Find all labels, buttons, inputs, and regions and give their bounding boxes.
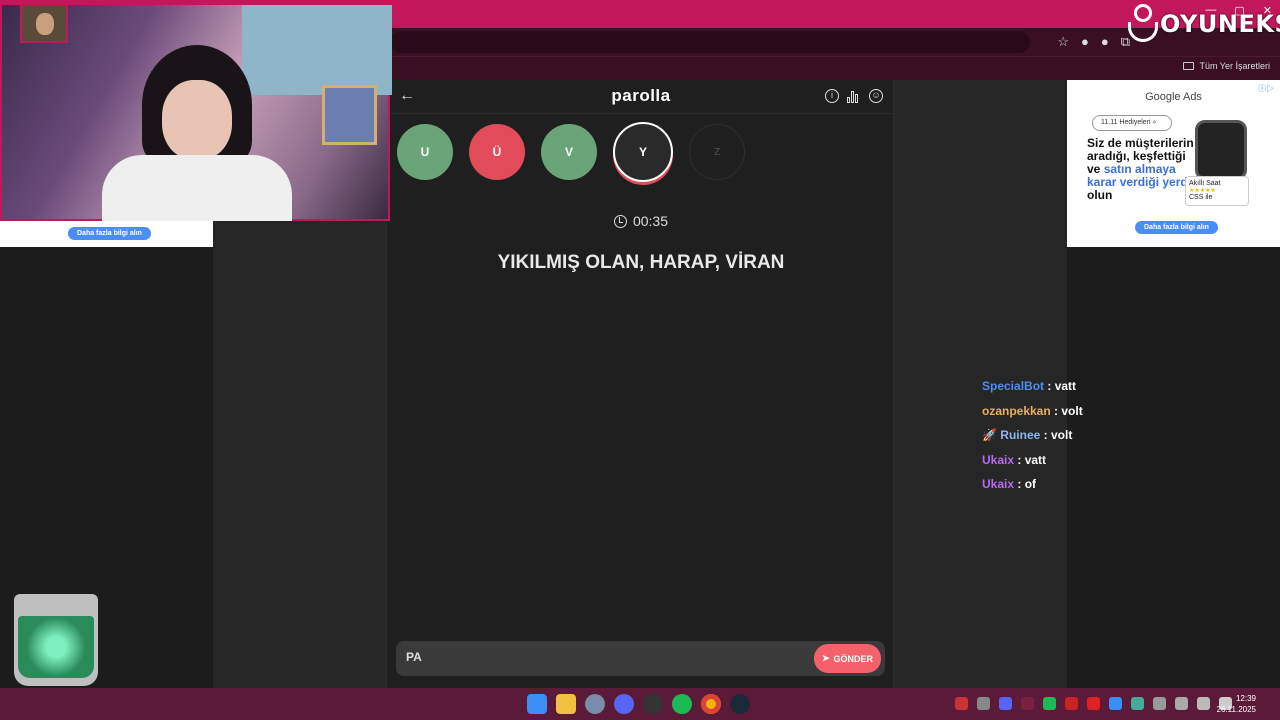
spotify-icon[interactable] <box>672 694 692 714</box>
profile-icon[interactable]: ☺ <box>869 89 883 103</box>
ad-brand: Google Ads <box>1145 91 1202 103</box>
file-explorer-icon[interactable] <box>556 694 576 714</box>
chat-user: ozanpekkan <box>982 403 1051 418</box>
clock-icon <box>613 215 627 228</box>
send-icon: ➤ <box>821 653 830 663</box>
chat-overlay: SpecialBot : vatt ozanpekkan : volt 🚀 Ru… <box>982 379 1142 502</box>
tray-icon[interactable] <box>1043 697 1056 710</box>
chat-message: 🚀 Ruinee : volt <box>982 428 1073 442</box>
rating-stars: ★★★★★ <box>1189 188 1216 194</box>
clue-text: YIKILMIŞ OLAN, HARAP, VİRAN <box>497 252 785 273</box>
left-ad-more-info-button[interactable]: Daha fazla bilgi alın <box>68 227 151 240</box>
discord-icon[interactable] <box>614 694 634 714</box>
chat-message: Ukaix : of <box>982 477 1037 491</box>
tray-icon[interactable] <box>1087 697 1100 710</box>
stats-icon[interactable] <box>847 89 861 103</box>
tray-icon[interactable] <box>1153 697 1166 710</box>
header-icons: i ☺ <box>825 89 883 103</box>
chat-text: vatt <box>1024 452 1047 467</box>
answer-input[interactable] <box>406 650 786 664</box>
ad-headline-part-2: satın almaya karar verdiği yerde <box>1087 162 1195 189</box>
tray-icon[interactable] <box>977 697 990 710</box>
tray-icon[interactable] <box>1175 697 1188 710</box>
answer-bar: ➤ GÖNDER <box>396 641 885 676</box>
all-bookmarks-label: Tüm Yer İşaretleri <box>1199 61 1270 71</box>
right-ad-more-info-button[interactable]: Daha fazla bilgi alın <box>1135 221 1218 234</box>
chat-message: ozanpekkan : volt <box>982 403 1083 418</box>
chat-message: SpecialBot : vatt <box>982 379 1077 393</box>
chat-text: volt <box>1061 403 1083 418</box>
ad-product-source: CSS ile <box>1189 194 1213 201</box>
timer: 00:35 <box>387 213 895 229</box>
letter-bubble-z: Z <box>689 124 745 180</box>
taskbar-clock[interactable]: 12:39 26.11.2025 <box>1217 693 1256 715</box>
oyuneks-logo: OYUNEKS <box>1128 4 1280 44</box>
tray-icon[interactable] <box>1021 697 1034 710</box>
extension-icon[interactable]: ● <box>1081 34 1089 50</box>
steam-icon[interactable] <box>730 694 750 714</box>
letter-wheel: U Ü V Y Z <box>397 122 745 182</box>
clock-time: 12:39 <box>1235 694 1256 703</box>
send-button[interactable]: ➤ GÖNDER <box>814 644 881 673</box>
taskbar-apps <box>527 694 750 714</box>
chat-message: Ukaix : vatt <box>982 452 1047 467</box>
parolla-game: ← parolla i ☺ U Ü V Y Z 00:35 YIKILMIŞ O… <box>386 80 895 688</box>
timer-value: 00:35 <box>632 213 669 229</box>
chat-text: of <box>1024 477 1037 491</box>
chat-user: SpecialBot <box>982 379 1045 393</box>
url-input[interactable] <box>390 31 1030 53</box>
chat-text: volt <box>1050 428 1073 442</box>
extension-icon-2[interactable]: ● <box>1101 34 1109 50</box>
letter-bubble-uu: Ü <box>469 124 525 180</box>
system-tray <box>955 697 1232 710</box>
chat-text: vatt <box>1054 379 1077 393</box>
smartwatch-image <box>1195 120 1247 180</box>
jar-widget <box>14 594 98 686</box>
logo-text: OYUNEKS <box>1160 10 1280 38</box>
chat-user: Ukaix <box>982 452 1015 467</box>
game-header: ← parolla i ☺ <box>387 80 895 114</box>
wall-painting <box>322 85 377 145</box>
tray-icon[interactable] <box>1131 697 1144 710</box>
guest-face <box>36 13 54 35</box>
ad-headline-part-3: olun <box>1087 188 1113 202</box>
info-icon[interactable]: i <box>825 89 839 103</box>
page-title: parolla <box>611 86 671 105</box>
logo-mark-icon <box>1128 4 1158 44</box>
ad-search-text: 11.11 Hediyeleri <box>1101 119 1151 126</box>
letter-bubble-y-current: Y <box>613 122 673 182</box>
streamer-body <box>102 155 292 221</box>
ad-headline: Siz de müşterilerin aradığı, keşfettiği … <box>1087 137 1197 202</box>
rocket-badge-icon: 🚀 <box>982 428 997 442</box>
webcam-small <box>20 3 68 43</box>
ad-search-box: 11.11 Hediyeleri ⌕ <box>1092 115 1172 131</box>
chrome-icon[interactable] <box>701 694 721 714</box>
clock-date: 26.11.2025 <box>1216 705 1256 714</box>
streamer-face <box>162 80 232 160</box>
tray-icon[interactable] <box>1065 697 1078 710</box>
tray-icon[interactable] <box>955 697 968 710</box>
toolbar-icons: ☆ ● ● ⧉ <box>1057 34 1130 50</box>
app-icon[interactable] <box>585 694 605 714</box>
ad-product-name: Akıllı Saat <box>1189 180 1221 187</box>
tray-icon[interactable] <box>1109 697 1122 710</box>
taskbar: 12:39 26.11.2025 <box>0 688 1280 720</box>
chat-user: Ukaix <box>982 477 1015 491</box>
tray-icon[interactable] <box>999 697 1012 710</box>
ad-product-card: Akıllı Saat ★★★★★ CSS ile <box>1185 176 1249 206</box>
star-icon[interactable]: ☆ <box>1057 34 1069 50</box>
left-ad[interactable]: Daha fazla bilgi alın <box>0 220 213 247</box>
all-bookmarks-button[interactable]: Tüm Yer İşaretleri <box>1183 61 1270 71</box>
tray-icon[interactable] <box>1197 697 1210 710</box>
letter-bubble-v: V <box>541 124 597 180</box>
letter-bubble-u: U <box>397 124 453 180</box>
wall-poster <box>242 5 392 95</box>
folder-icon <box>1183 62 1195 70</box>
obs-icon[interactable] <box>643 694 663 714</box>
chat-user: Ruinee <box>1000 428 1041 442</box>
right-ad[interactable]: ⓘ▷ Google Ads 11.11 Hediyeleri ⌕ Siz de … <box>1067 80 1280 247</box>
windows-start-icon[interactable] <box>527 694 547 714</box>
jar-contents <box>18 616 94 678</box>
send-label: GÖNDER <box>833 653 874 664</box>
